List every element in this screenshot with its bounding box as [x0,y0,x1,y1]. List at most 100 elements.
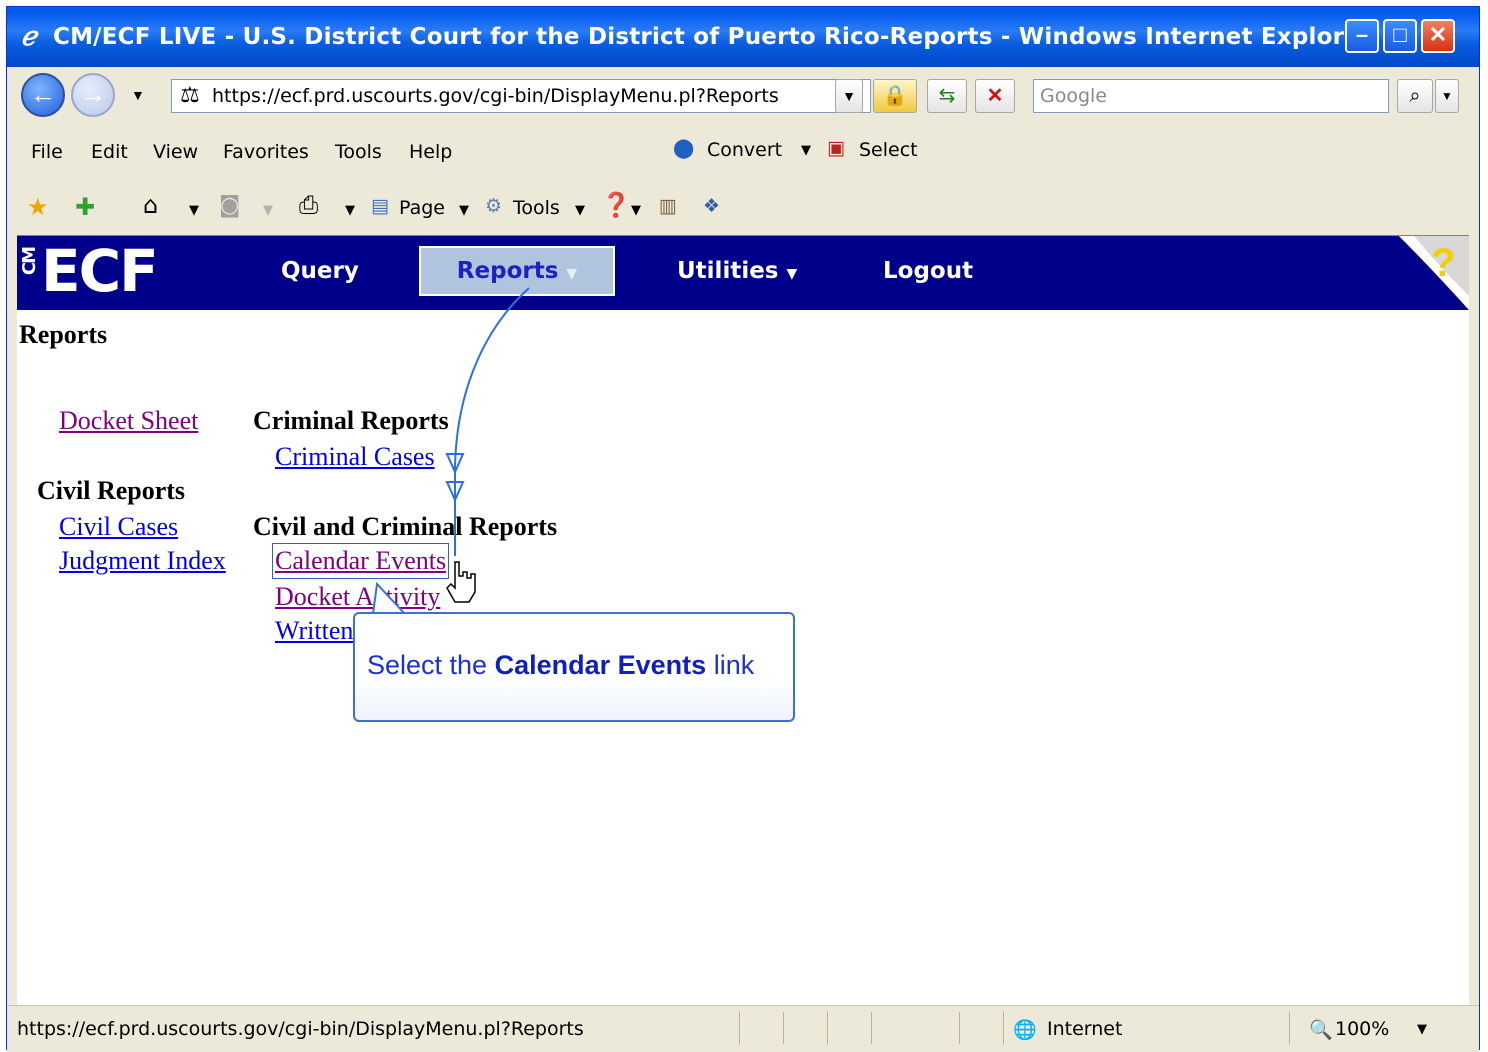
command-bar: ★ ✚ ⌂ ▼ ◙ ▼ ⎙ ▼ ▤ Page ▼ ⚙ Tools ▼ ❓ ▼ ▥… [7,181,1479,237]
page-menu-button[interactable]: Page [399,197,445,219]
tools-menu-button[interactable]: Tools [513,197,560,219]
nav-reports-label: Reports [456,258,559,284]
zoom-level[interactable]: 100% [1335,1018,1389,1040]
page-dropdown-icon[interactable]: ▼ [459,203,469,218]
forward-button[interactable]: → [71,73,115,117]
nav-utilities[interactable]: Utilities ▼ [677,258,797,284]
hand-cursor-icon [446,561,476,603]
status-divider [1003,1012,1004,1044]
select-button[interactable]: Select [859,139,918,161]
ecf-nav-bar: CMECF Query Reports ▼ Utilities ▼ Logout… [17,236,1469,310]
zoom-dropdown-icon[interactable]: ▼ [1417,1022,1427,1037]
maximize-button[interactable]: □ [1383,19,1417,53]
menu-favorites[interactable]: Favorites [223,141,309,163]
callout-suffix: link [713,650,755,680]
judgment-index-link[interactable]: Judgment Index [59,546,226,576]
internet-globe-icon: 🌐 [1013,1019,1037,1041]
print-icon[interactable]: ⎙ [299,191,318,219]
convert-dropdown-icon[interactable]: ▼ [801,143,811,158]
home-dropdown-icon[interactable]: ▼ [189,203,199,218]
civil-reports-heading: Civil Reports [37,476,186,505]
tools-gear-icon: ⚙ [485,195,503,217]
menu-view[interactable]: View [153,141,198,163]
status-divider [871,1012,872,1044]
docket-activity-link[interactable]: Docket Activity [275,582,440,612]
tools-dropdown-icon[interactable]: ▼ [575,203,585,218]
status-divider [739,1012,740,1044]
search-placeholder: Google [1040,85,1108,107]
window-title: CM/ECF LIVE - U.S. District Court for th… [53,24,1372,50]
convert-icon: ⬤ [673,137,695,159]
help-glyph: ? [1431,241,1455,285]
select-pdf-icon: ▣ [827,137,845,159]
search-input[interactable]: Google [1033,79,1389,113]
lock-icon[interactable]: 🔒 [873,79,917,113]
address-url: https://ecf.prd.uscourts.gov/cgi-bin/Dis… [212,85,779,107]
nav-utilities-label: Utilities [677,258,779,284]
menu-help[interactable]: Help [409,141,452,163]
recent-pages-dropdown-icon[interactable]: ▼ [131,87,145,103]
page-heading: Reports [19,320,108,349]
tutorial-callout: Select the Calendar Events link [353,612,795,722]
browser-window: ℯ CM/ECF LIVE - U.S. District Court for … [6,6,1480,1052]
refresh-icon[interactable]: ⇆ [927,79,967,113]
civil-criminal-reports-heading: Civil and Criminal Reports [253,512,558,541]
criminal-cases-link[interactable]: Criminal Cases [275,442,435,472]
help-icon[interactable]: ❓ [601,191,631,219]
help-dropdown-icon[interactable]: ▼ [631,203,641,218]
help-page-curl-icon[interactable]: ? [1369,236,1469,310]
cmecf-logo: CMECF [19,242,159,300]
minimize-button[interactable]: – [1345,19,1379,53]
address-toolbar: ← → ▼ ⚖ https://ecf.prd.uscourts.gov/cgi… [7,67,1479,126]
tutorial-arrow-head-1 [445,453,465,475]
status-divider [959,1012,960,1044]
callout-prefix: Select the [367,650,488,680]
research-icon[interactable]: ▥ [659,195,677,217]
page-content: CMECF Query Reports ▼ Utilities ▼ Logout… [17,235,1469,1006]
status-divider [1289,1012,1290,1044]
docket-sheet-link[interactable]: Docket Sheet [59,406,198,436]
calendar-events-link[interactable]: Calendar Events [271,543,450,579]
page-icon: ▤ [371,195,389,217]
stop-icon[interactable]: ✕ [975,79,1015,113]
status-divider [783,1012,784,1044]
address-dropdown-icon[interactable]: ▼ [835,79,863,113]
nav-utilities-dropdown-icon: ▼ [786,266,798,282]
title-bar: ℯ CM/ECF LIVE - U.S. District Court for … [7,7,1479,67]
logo-ecf: ECF [41,237,159,305]
menu-bar: File Edit View Favorites Tools Help ⬤ Co… [7,125,1479,182]
criminal-reports-heading: Criminal Reports [253,406,449,435]
nav-reports[interactable]: Reports ▼ [419,246,615,296]
logo-cm: CM [19,248,40,276]
feeds-icon[interactable]: ◙ [219,193,240,218]
status-bar: https://ecf.prd.uscourts.gov/cgi-bin/Dis… [7,1005,1479,1052]
status-divider [827,1012,828,1044]
menu-file[interactable]: File [31,141,63,163]
written-link[interactable]: Written [275,616,353,646]
home-icon[interactable]: ⌂ [143,191,158,219]
address-input[interactable]: ⚖ https://ecf.prd.uscourts.gov/cgi-bin/D… [171,79,871,113]
civil-cases-link[interactable]: Civil Cases [59,512,178,542]
messenger-icon[interactable]: ❖ [703,195,720,217]
status-url: https://ecf.prd.uscourts.gov/cgi-bin/Dis… [17,1018,584,1040]
feeds-dropdown-icon: ▼ [263,203,273,218]
back-button[interactable]: ← [21,73,65,117]
nav-reports-dropdown-icon: ▼ [566,266,578,282]
callout-emphasis: Calendar Events [494,650,707,680]
court-scale-icon: ⚖ [180,83,200,108]
favorites-star-icon[interactable]: ★ [27,193,49,221]
nav-logout[interactable]: Logout [883,258,973,284]
convert-button[interactable]: Convert [707,139,782,161]
menu-edit[interactable]: Edit [91,141,128,163]
search-options-dropdown-icon[interactable]: ▼ [1435,79,1459,113]
tutorial-arrow-head-2 [445,481,465,503]
print-dropdown-icon[interactable]: ▼ [345,203,355,218]
ie-logo-icon: ℯ [21,21,37,51]
security-zone: Internet [1047,1018,1123,1040]
add-favorites-icon[interactable]: ✚ [75,193,95,221]
nav-query[interactable]: Query [281,258,359,284]
close-button[interactable]: ✕ [1421,19,1455,53]
zoom-icon[interactable]: 🔍 [1309,1018,1333,1041]
search-icon[interactable]: ⌕ [1397,79,1433,113]
menu-tools[interactable]: Tools [335,141,382,163]
